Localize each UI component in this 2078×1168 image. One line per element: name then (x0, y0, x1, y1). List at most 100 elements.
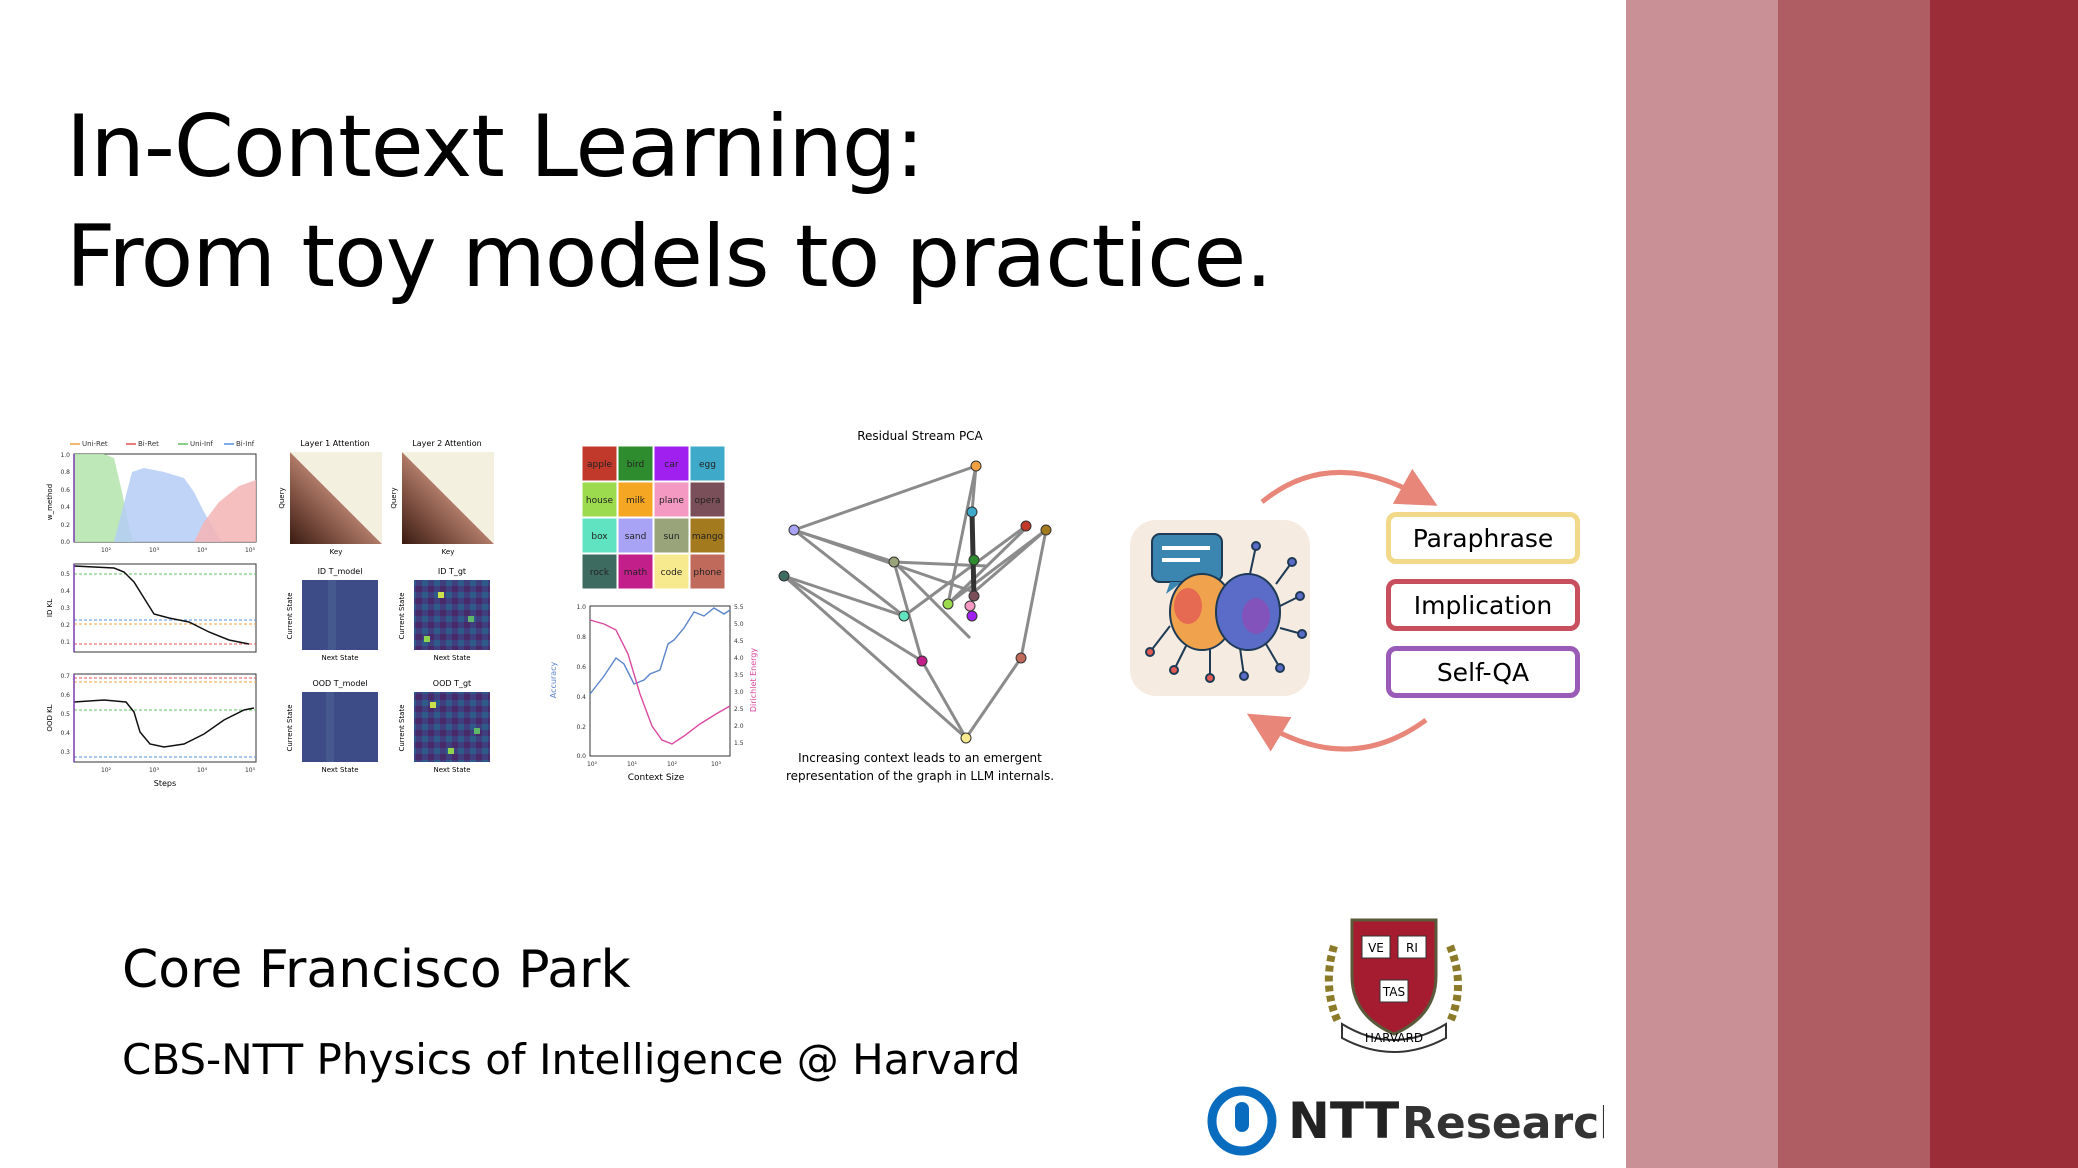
tick: 0.2 (60, 622, 70, 629)
tick: 10² (101, 767, 112, 774)
current-state-label-4: Current State (398, 704, 406, 751)
tick: 2.0 (734, 723, 744, 730)
harvard-tas: TAS (1382, 985, 1405, 999)
ood-model-title: OOD T_model (312, 679, 367, 688)
harvard-ri: RI (1406, 941, 1418, 955)
word-label: sun (663, 532, 679, 542)
tick: 0.5 (60, 571, 70, 578)
harvard-ve: VE (1368, 941, 1384, 955)
attention-figure: Layer 1 Attention Layer 2 Attention Quer… (278, 439, 494, 774)
tick: 0.4 (60, 504, 70, 511)
ood-gt-title: OOD T_gt (433, 679, 471, 688)
legend-bi-ret: Bi-Ret (138, 440, 159, 448)
word-grid: apple bird car egg house milk plane opera box san… (581, 445, 726, 590)
tick: 10⁴ (197, 767, 208, 774)
author-name: Core Francisco Park (122, 940, 631, 1000)
paraphrase-tag: Paraphrase (1386, 512, 1580, 564)
word-label: rock (590, 568, 610, 578)
tick: 0.6 (60, 487, 70, 494)
implication-tag: Implication (1386, 579, 1580, 631)
pca-graph-figure: Residual Stream PCA Increasing context l… (778, 429, 1054, 783)
layer1-title: Layer 1 Attention (300, 439, 369, 448)
word-label: code (661, 568, 683, 578)
tick: 4.5 (734, 638, 744, 645)
training-curves-figure: Uni-Ret Bi-Ret Uni-Inf Bi-Inf 1.0 0.8 0.… (46, 440, 257, 788)
tick: 0.0 (60, 539, 70, 546)
tick: 0.4 (60, 588, 70, 595)
tick: 10¹ (627, 761, 638, 768)
query-label-2: Query (390, 487, 398, 508)
tick: 10⁵ (245, 547, 256, 554)
ntt-name: NTT (1288, 1092, 1399, 1150)
tick: 5.5 (734, 604, 744, 611)
word-label: box (591, 532, 608, 542)
tick: 0.4 (576, 694, 586, 701)
tick: 0.6 (576, 664, 586, 671)
accuracy-ylabel: Accuracy (549, 661, 558, 698)
id-kl-ylabel: ID KL (46, 599, 54, 617)
context-size-xlabel: Context Size (628, 773, 685, 783)
word-label: egg (699, 460, 716, 470)
pca-caption-line2: representation of the graph in LLM inter… (786, 769, 1054, 783)
self-qa-tag: Self-QA (1386, 646, 1580, 698)
next-state-label-4: Next State (433, 766, 470, 774)
tick: 0.4 (60, 730, 70, 737)
tick: 0.5 (60, 711, 70, 718)
harvard-shield-logo: VE RI TAS HARVARD (1324, 918, 1462, 1053)
word-label: opera (695, 496, 721, 506)
word-label: plane (659, 496, 684, 506)
affiliation: CBS-NTT Physics of Intelligence @ Harvar… (122, 1035, 1021, 1084)
top-arrow (1260, 468, 1438, 506)
tick: 0.1 (60, 639, 70, 646)
id-model-title: ID T_model (318, 567, 363, 576)
tick: 10⁵ (245, 767, 256, 774)
tick: 10² (667, 761, 678, 768)
tick: 5.0 (734, 621, 744, 628)
next-state-label-3: Next State (321, 766, 358, 774)
energy-ylabel: Dirichlet Energy (749, 648, 758, 712)
key-label-2: Key (442, 548, 455, 556)
layer2-title: Layer 2 Attention (412, 439, 481, 448)
tick: 10³ (149, 767, 160, 774)
stripe-dark (1930, 0, 2078, 1168)
top-ylabel: w_method (46, 484, 54, 520)
stripe-medium (1778, 0, 1930, 1168)
tick: 10³ (711, 761, 722, 768)
legend-uni-ret: Uni-Ret (82, 440, 108, 448)
title-line-2: From toy models to practice. (66, 207, 1273, 307)
tick: 1.0 (60, 452, 70, 459)
word-label: milk (626, 496, 646, 506)
tick: 3.5 (734, 672, 744, 679)
stripe-light (1626, 0, 1778, 1168)
ntt-research-logo: NTT Research (1207, 1086, 1604, 1156)
page-title: In-Context Learning: From toy models to … (66, 92, 1273, 312)
title-line-1: In-Context Learning: (66, 97, 924, 197)
key-label-1: Key (330, 548, 343, 556)
tick: 10³ (149, 547, 160, 554)
next-state-label-2: Next State (433, 654, 470, 662)
tick: 0.3 (60, 605, 70, 612)
tick: 0.8 (60, 469, 70, 476)
bottom-arrow (1246, 713, 1428, 752)
word-label: mango (692, 532, 724, 542)
word-label: math (624, 568, 648, 578)
current-state-label-2: Current State (398, 592, 406, 639)
tick: 0.8 (576, 634, 586, 641)
tick: 0.0 (576, 753, 586, 760)
harvard-banner: HARVARD (1365, 1031, 1423, 1045)
pca-title: Residual Stream PCA (857, 429, 983, 443)
current-state-label-1: Current State (286, 592, 294, 639)
tick: 10⁰ (587, 761, 598, 768)
ood-kl-ylabel: OOD KL (46, 704, 54, 731)
id-gt-title: ID T_gt (438, 567, 466, 576)
word-label: phone (693, 568, 722, 578)
word-label: car (664, 460, 678, 470)
brain-icon (1130, 520, 1310, 696)
steps-xlabel: Steps (154, 779, 176, 788)
word-label: bird (627, 460, 644, 470)
tick: 0.2 (60, 522, 70, 529)
tick: 0.6 (60, 692, 70, 699)
legend-bi-inf: Bi-Inf (236, 440, 255, 448)
tick: 0.7 (60, 673, 70, 680)
next-state-label-1: Next State (321, 654, 358, 662)
